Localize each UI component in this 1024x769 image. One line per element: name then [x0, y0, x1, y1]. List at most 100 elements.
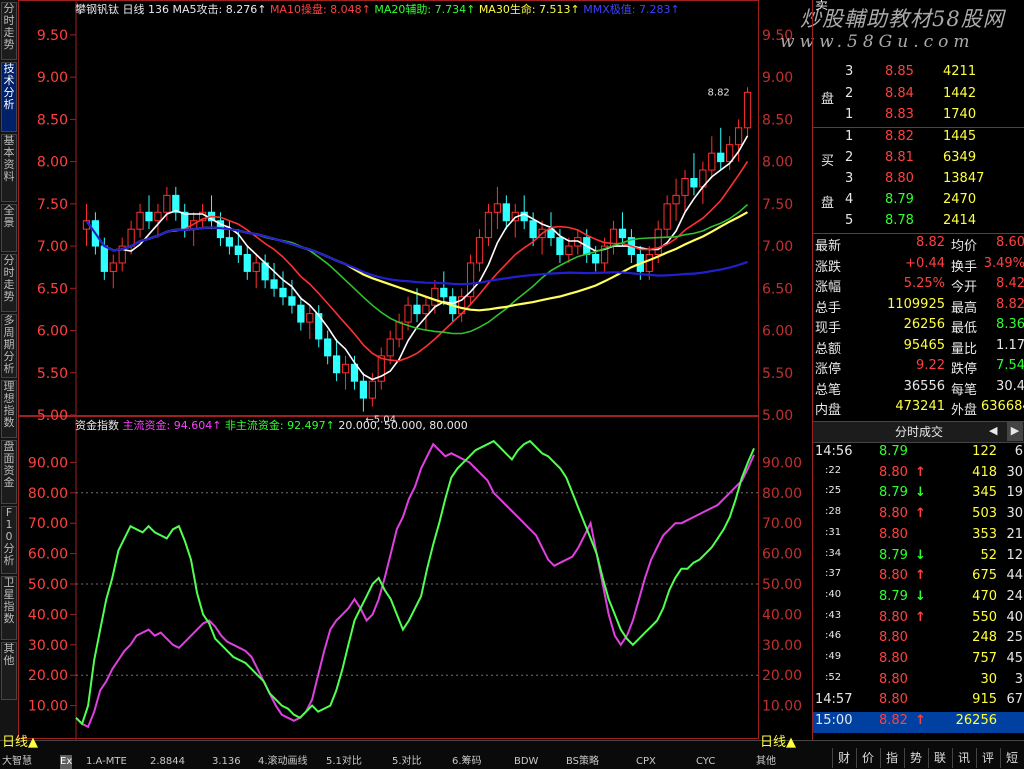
- other-fund-line: [75, 439, 755, 726]
- tick-count: 44: [1006, 568, 1023, 584]
- candle-body: [100, 245, 108, 272]
- tick-volume: 52: [980, 547, 997, 563]
- price-label-right: 6.00: [762, 324, 793, 340]
- down-arrow-icon: ↓: [915, 547, 926, 563]
- buy-level-1: 1: [845, 129, 854, 144]
- bottom-tab-5[interactable]: 3.136: [212, 755, 241, 769]
- bottom-tab-11[interactable]: BS策略: [566, 755, 599, 769]
- left-tab-4[interactable]: 全景: [1, 204, 17, 252]
- right-tab-2[interactable]: 价: [856, 748, 879, 768]
- bottom-tab-12[interactable]: CPX: [636, 755, 656, 769]
- bottom-tab-6[interactable]: 4.滚动画线: [258, 755, 308, 769]
- left-tab-11[interactable]: 其他: [1, 642, 17, 700]
- bottom-tab-10[interactable]: BDW: [514, 755, 538, 769]
- fund-label-left: 60.00: [28, 547, 68, 563]
- tick-count: 30: [1006, 506, 1023, 522]
- sell-level-1: 1: [845, 107, 854, 122]
- ma10-value: MA10操盘: 8.048↑: [269, 3, 371, 16]
- bottom-tab-14[interactable]: 其他: [756, 755, 776, 769]
- tick-price: 8.80: [879, 671, 908, 687]
- price-label-right: 6.50: [762, 281, 793, 297]
- candle-body: [172, 194, 180, 213]
- candle-body: [484, 211, 493, 239]
- bottom-tab-13[interactable]: CYC: [696, 755, 715, 769]
- buy-volume-5: 2414: [943, 213, 977, 228]
- stat-value: 8.36: [996, 317, 1024, 332]
- sell-volume-2: 1442: [943, 86, 977, 101]
- chart-area[interactable]: 9.50 9.509.00 9.008.50 8.508.00 8.007.50 7.50…: [18, 0, 812, 740]
- stat-value: 8.82: [996, 296, 1024, 312]
- right-tab-7[interactable]: 评: [976, 748, 999, 768]
- candle-body: [341, 363, 350, 374]
- bottom-tab-4[interactable]: 2.8844: [150, 755, 185, 769]
- stat-value: 5.25%: [903, 276, 945, 291]
- price-label-right: 8.00: [762, 155, 793, 171]
- candle-body: [565, 245, 573, 256]
- bottom-tab-3[interactable]: 1.A-MTE: [86, 755, 127, 769]
- stat-value: 36556: [903, 378, 945, 394]
- stat-value: 1.17: [996, 337, 1024, 353]
- bottom-tab-8[interactable]: 5.对比: [392, 755, 422, 769]
- left-tab-10[interactable]: 卫星指数: [1, 576, 17, 640]
- quote-panel: 卖 3 8.85 4211 2 8.84 1442 1 8.83 1740 盘 1 8.82 1445 2 8…: [812, 0, 1024, 740]
- left-tab-8[interactable]: 盘面资金: [1, 440, 17, 504]
- bottom-tab-2[interactable]: Ex: [60, 755, 73, 769]
- tick-price: 8.82: [879, 713, 908, 729]
- main-fund-value: 主流资金: 94.604↑: [122, 419, 222, 432]
- left-tab-6[interactable]: 多周期分析: [1, 314, 17, 378]
- buy-price-4: 8.79: [885, 192, 914, 207]
- left-tab-1[interactable]: 分时走势: [1, 2, 17, 60]
- left-tab-3[interactable]: 基本资料: [1, 134, 17, 202]
- candle-body: [502, 203, 510, 222]
- tick-time: 14:56: [815, 444, 853, 459]
- stat-value: 8.60: [996, 235, 1024, 250]
- right-tab-8[interactable]: 短: [1000, 748, 1023, 768]
- right-tab-3[interactable]: 指: [880, 748, 903, 768]
- fund-label-right: 50.00: [762, 577, 802, 593]
- tick-time: 15:00: [815, 713, 853, 729]
- tick-volume: 26256: [955, 713, 997, 729]
- ticks-next-icon[interactable]: ▶: [1007, 421, 1023, 441]
- sell-buy-divider: [813, 127, 1024, 128]
- buy-level-2: 2: [845, 150, 854, 165]
- right-tab-5[interactable]: 联: [928, 748, 951, 768]
- buy-price-2: 8.81: [885, 150, 914, 165]
- candle-body: [359, 380, 368, 399]
- candle-body: [270, 279, 278, 289]
- ticks-prev-icon[interactable]: ◀: [989, 421, 997, 441]
- tick-volume: 915: [972, 692, 997, 708]
- left-tab-7[interactable]: 理想指数: [1, 380, 17, 438]
- candle-body: [618, 228, 627, 239]
- bottom-tab-7[interactable]: 5.1对比: [326, 755, 362, 769]
- left-tab-9[interactable]: F10分析: [1, 506, 17, 574]
- tick-price: 8.80: [879, 506, 908, 522]
- buy-label-1: 买: [821, 154, 835, 169]
- tick-count: 67: [1006, 692, 1023, 708]
- fund-levels: 20.000, 50.000, 80.000: [338, 419, 468, 432]
- candle-body: [324, 338, 332, 357]
- candle-body: [395, 321, 403, 340]
- period-left-label[interactable]: 日线▲: [2, 736, 38, 750]
- left-tab-2[interactable]: 技术分析: [1, 62, 17, 132]
- right-tab-6[interactable]: 讯: [952, 748, 975, 768]
- period-right-label[interactable]: 日线▲: [760, 736, 796, 750]
- tick-volume: 418: [972, 464, 997, 480]
- stat-value: 9.22: [916, 358, 945, 373]
- fund-label-right: 80.00: [762, 486, 802, 502]
- left-tab-5[interactable]: 分时走势: [1, 254, 17, 312]
- tick-price: 8.79: [879, 588, 908, 604]
- candle-body: [136, 211, 144, 230]
- tick-count: 19: [1006, 485, 1023, 501]
- candle-body: [663, 203, 671, 230]
- bottom-tab-9[interactable]: 6.筹码: [452, 755, 482, 769]
- price-label-left: 7.00: [37, 239, 68, 255]
- bottom-tab-1[interactable]: 大智慧: [2, 755, 32, 769]
- sell-volume-1: 1740: [943, 107, 977, 122]
- stat-value: 473241: [895, 399, 945, 414]
- candle-body: [431, 287, 439, 306]
- right-tab-4[interactable]: 势: [904, 748, 927, 768]
- candle-body: [556, 237, 564, 256]
- tick-count: 24: [1006, 588, 1023, 604]
- right-tab-1[interactable]: 财: [832, 748, 855, 768]
- up-arrow-icon: ↑: [915, 713, 926, 729]
